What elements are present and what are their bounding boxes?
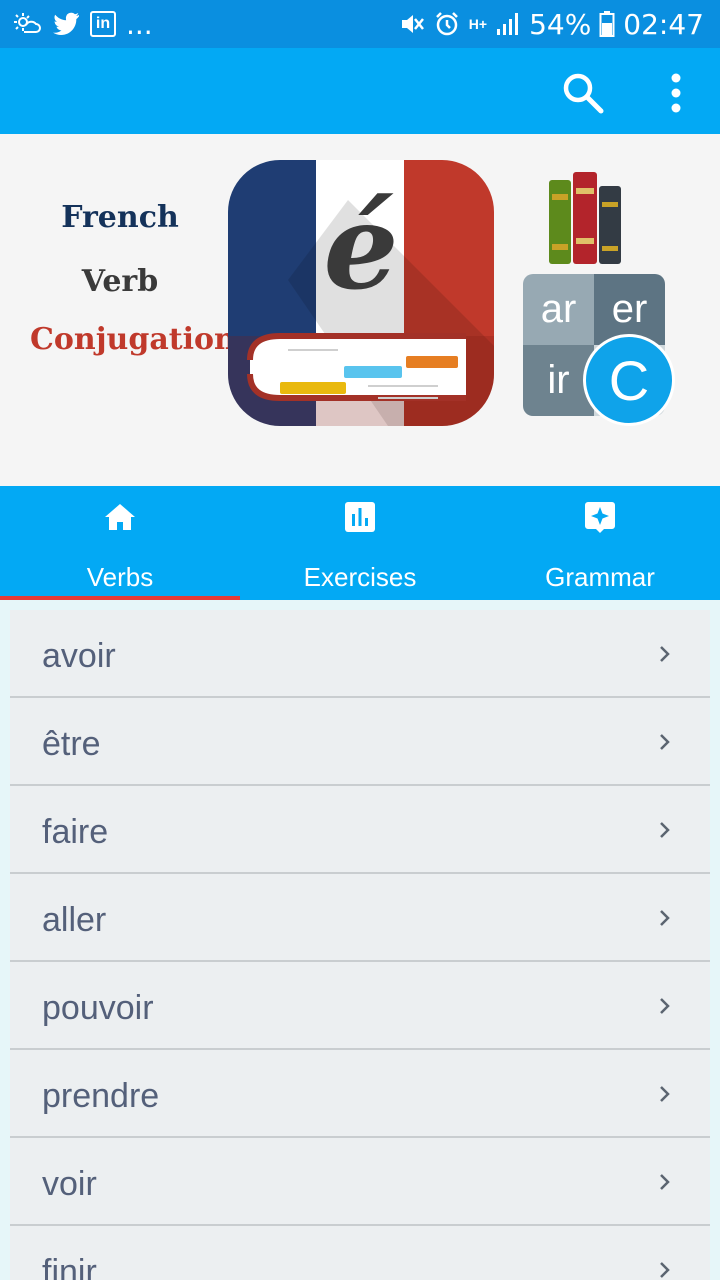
signal-icon <box>497 13 519 35</box>
chevron-right-icon <box>660 1174 670 1190</box>
list-item[interactable]: faire <box>10 786 710 874</box>
books-icon <box>549 172 621 264</box>
list-item[interactable]: voir <box>10 1138 710 1226</box>
verb-list: avoir être faire aller pouvoir prendre v… <box>10 610 710 1280</box>
status-right: H+ 54% 02:47 <box>399 7 704 41</box>
tab-grammar[interactable]: Grammar <box>480 486 720 600</box>
logo-letter: é <box>323 177 398 316</box>
verb-label: avoir <box>42 637 116 675</box>
tab-grammar-label: Grammar <box>545 562 655 592</box>
tab-verbs[interactable]: Verbs <box>0 486 240 600</box>
chevron-right-icon <box>660 822 670 838</box>
chevron-right-icon <box>660 1262 670 1278</box>
sparkle-icon <box>585 502 615 533</box>
more-vert-icon[interactable] <box>660 70 692 116</box>
linkedin-icon: in <box>90 11 116 37</box>
banner-title-french: French <box>61 200 179 235</box>
verb-label: voir <box>42 1165 97 1203</box>
list-item[interactable]: être <box>10 698 710 786</box>
list-item[interactable]: aller <box>10 874 710 962</box>
chart-icon <box>345 502 375 532</box>
battery-percent: 54% <box>529 7 592 41</box>
chevron-right-icon <box>660 998 670 1014</box>
banner-title-verb: Verb <box>81 264 159 299</box>
verb-label: finir <box>42 1253 97 1280</box>
app-banner: French Verb Conjugation é ar er ir C <box>0 134 720 486</box>
verb-label: prendre <box>42 1077 160 1115</box>
weather-icon <box>14 13 41 33</box>
alarm-icon <box>435 12 458 36</box>
chevron-right-icon <box>660 910 670 926</box>
battery-icon <box>599 11 615 37</box>
tab-verbs-label: Verbs <box>86 562 154 592</box>
list-item[interactable]: finir <box>10 1226 710 1280</box>
tab-exercises[interactable]: Exercises <box>240 486 480 600</box>
chevron-right-icon <box>660 646 670 662</box>
list-item[interactable]: pouvoir <box>10 962 710 1050</box>
status-bar: in ... H+ 54% 02:47 <box>0 0 720 48</box>
home-icon <box>105 504 135 530</box>
mute-icon <box>401 15 424 33</box>
verb-label: être <box>42 725 101 763</box>
status-overflow: ... <box>126 7 153 41</box>
grid-ar: ar <box>523 274 594 345</box>
search-icon[interactable] <box>560 70 606 116</box>
app-bar <box>0 48 720 134</box>
twitter-icon <box>53 12 79 36</box>
verb-label: faire <box>42 813 109 851</box>
network-type: H+ <box>468 16 488 32</box>
verb-label: pouvoir <box>42 989 154 1027</box>
status-time: 02:47 <box>623 7 704 41</box>
conjugation-c-badge: C <box>583 334 675 426</box>
banner-title-conjugation: Conjugation <box>30 322 236 357</box>
status-left: in ... <box>12 7 153 41</box>
tab-exercises-label: Exercises <box>303 562 417 592</box>
chevron-right-icon <box>660 734 670 750</box>
list-item[interactable]: avoir <box>10 610 710 698</box>
verb-label: aller <box>42 901 107 939</box>
tab-selected-indicator <box>0 596 240 600</box>
tab-bar: Verbs Exercises Grammar <box>0 486 720 600</box>
chevron-right-icon <box>660 1086 670 1102</box>
list-item[interactable]: prendre <box>10 1050 710 1138</box>
app-logo: é <box>228 160 494 426</box>
